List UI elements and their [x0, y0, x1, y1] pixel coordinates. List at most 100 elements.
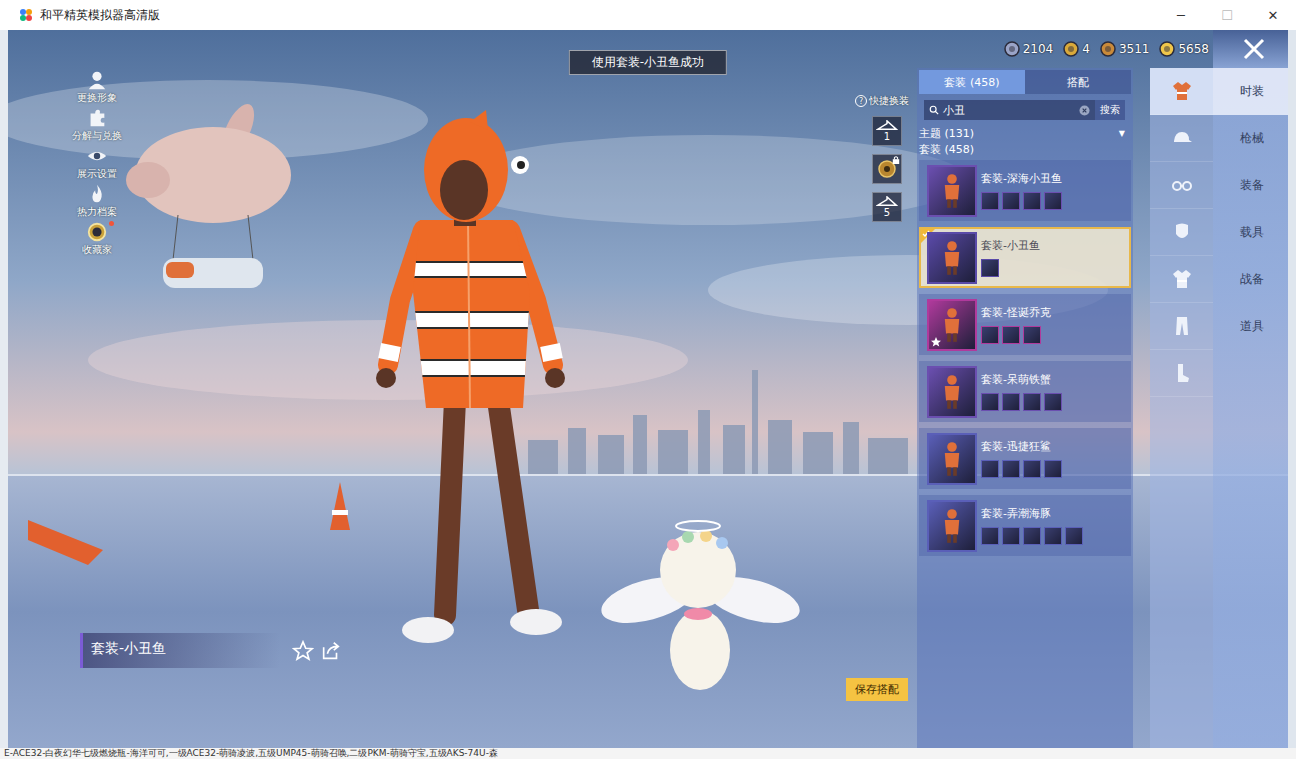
outfit-pieces [981, 460, 1062, 478]
hanger-icon [876, 120, 898, 131]
quick-change-slot[interactable] [872, 154, 902, 184]
city-skyline [528, 370, 908, 475]
left-menu-item[interactable]: 更换形象 [60, 68, 134, 106]
fire-icon [86, 183, 108, 205]
hanger-icon [876, 196, 898, 207]
outfit-pieces [981, 527, 1083, 545]
notification-dot [109, 221, 114, 226]
category-tab[interactable] [1150, 162, 1213, 209]
outfit-thumbnail [927, 165, 977, 217]
left-menu-item[interactable]: 展示设置 [60, 144, 134, 182]
outfit-item[interactable]: 套装-迅捷狂鲨 [919, 428, 1131, 489]
panel-tab[interactable]: 套装 (458) [919, 70, 1025, 94]
share-icon[interactable] [320, 640, 342, 662]
outfit-item[interactable]: 套装-深海小丑鱼 [919, 160, 1131, 221]
outfit-panel: 套装 (458)搭配 小丑 搜索 主题 (131) ▼ 套装 (458) 套装-… [917, 68, 1133, 748]
coin-icon [1159, 41, 1175, 57]
category-tab[interactable] [1150, 350, 1213, 397]
window-title: 和平精英模拟器高清版 [40, 7, 160, 24]
coin-icon [1100, 41, 1116, 57]
piece-thumbnail [1002, 393, 1020, 411]
coin-icon [1063, 41, 1079, 57]
category-tab[interactable] [1150, 68, 1213, 115]
category-tab[interactable] [1150, 209, 1213, 256]
socks-icon [1170, 361, 1194, 385]
left-menu-item[interactable]: 热力档案 [60, 182, 134, 220]
pet-bear [596, 521, 804, 690]
figure-icon [940, 173, 964, 209]
left-menu-item[interactable]: 分解与兑换 [60, 106, 134, 144]
nav-item[interactable]: 载具 [1213, 209, 1288, 256]
outfit-thumbnail [927, 299, 977, 351]
outfit-item[interactable]: 套装-怪诞乔克 [919, 294, 1131, 355]
outfit-pieces [981, 393, 1062, 411]
background-window-edge [0, 30, 8, 748]
clear-icon[interactable] [1079, 105, 1090, 116]
background-window-text: E-ACE32-白夜幻华七级燃烧瓶-海洋可可,一级ACE32-萌骑凌波,五级UM… [0, 748, 1296, 759]
quick-change-slot[interactable]: 5 [872, 192, 902, 222]
quick-change-slot[interactable]: 1 [872, 116, 902, 146]
currency-item: 4 [1063, 41, 1090, 57]
nav-item[interactable]: 道具 [1213, 303, 1288, 350]
outfit-name-label: 套装-小丑鱼 [80, 633, 280, 668]
figure-icon [940, 508, 964, 544]
theme-filter[interactable]: 主题 (131) ▼ [919, 125, 1125, 141]
category-tab[interactable] [1150, 256, 1213, 303]
piece-thumbnail [981, 460, 999, 478]
piece-thumbnail [1044, 527, 1062, 545]
category-tab[interactable] [1150, 303, 1213, 350]
window-control-button[interactable]: ─ [1158, 0, 1204, 30]
outfit-item[interactable]: 套装-呆萌铁蟹 [919, 361, 1131, 422]
figure-icon [940, 374, 964, 410]
outfit-pieces [981, 326, 1051, 344]
close-icon[interactable] [1242, 37, 1266, 61]
nav-item[interactable]: 枪械 [1213, 115, 1288, 162]
figure-icon [940, 307, 964, 343]
nav-item[interactable]: 时装 [1213, 68, 1288, 115]
piece-thumbnail [1044, 192, 1062, 210]
outfit-thumbnail [927, 500, 977, 552]
save-outfit-button[interactable]: 保存搭配 [846, 678, 908, 701]
currency-item: 5658 [1159, 41, 1209, 57]
outfit-pieces [981, 259, 1040, 277]
nav-item[interactable]: 装备 [1213, 162, 1288, 209]
piece-thumbnail [981, 259, 999, 277]
window-control-button[interactable]: ☐ [1204, 0, 1250, 30]
star-icon[interactable] [292, 640, 314, 662]
outfit-item[interactable]: 套装-小丑鱼 [919, 227, 1131, 288]
current-outfit: 套装-小丑鱼 [80, 633, 342, 668]
currency-item: 2104 [1004, 41, 1054, 57]
coin-icon [1004, 41, 1020, 57]
piece-thumbnail [1002, 326, 1020, 344]
search-field[interactable]: 小丑 [924, 100, 1095, 120]
panel-tab[interactable]: 搭配 [1025, 70, 1131, 94]
character-model [376, 110, 565, 643]
outfit-thumbnail [927, 232, 977, 284]
piece-thumbnail [981, 192, 999, 210]
quick-change: ? 快捷换装 1 5 [855, 94, 909, 222]
piece-thumbnail [1002, 460, 1020, 478]
mask-icon [1170, 220, 1194, 244]
person-icon [86, 69, 108, 91]
suit-icon [1170, 79, 1194, 103]
search-button[interactable]: 搜索 [1095, 100, 1125, 120]
window-control-button[interactable]: ✕ [1250, 0, 1296, 30]
piece-thumbnail [1002, 527, 1020, 545]
category-column [1150, 68, 1213, 748]
app-logo-icon [18, 7, 34, 23]
help-button[interactable]: ? [855, 95, 867, 107]
outfit-item[interactable]: 套装-弄潮海豚 [919, 495, 1131, 556]
panel-tabs: 套装 (458)搭配 [919, 70, 1131, 94]
piece-thumbnail [1023, 393, 1041, 411]
currency-bar: 2104 4 3511 5658 [1004, 41, 1209, 57]
left-menu: 更换形象 分解与兑换 展示设置 热力档案 收藏家 [8, 68, 134, 258]
outfit-thumbnail [927, 366, 977, 418]
outfit-pieces [981, 192, 1062, 210]
category-tab[interactable] [1150, 115, 1213, 162]
nav-item[interactable]: 战备 [1213, 256, 1288, 303]
glasses-icon [1170, 173, 1194, 197]
piece-thumbnail [981, 393, 999, 411]
left-menu-item[interactable]: 收藏家 [60, 220, 134, 258]
lock-icon [892, 156, 900, 164]
figure-icon [940, 240, 964, 276]
